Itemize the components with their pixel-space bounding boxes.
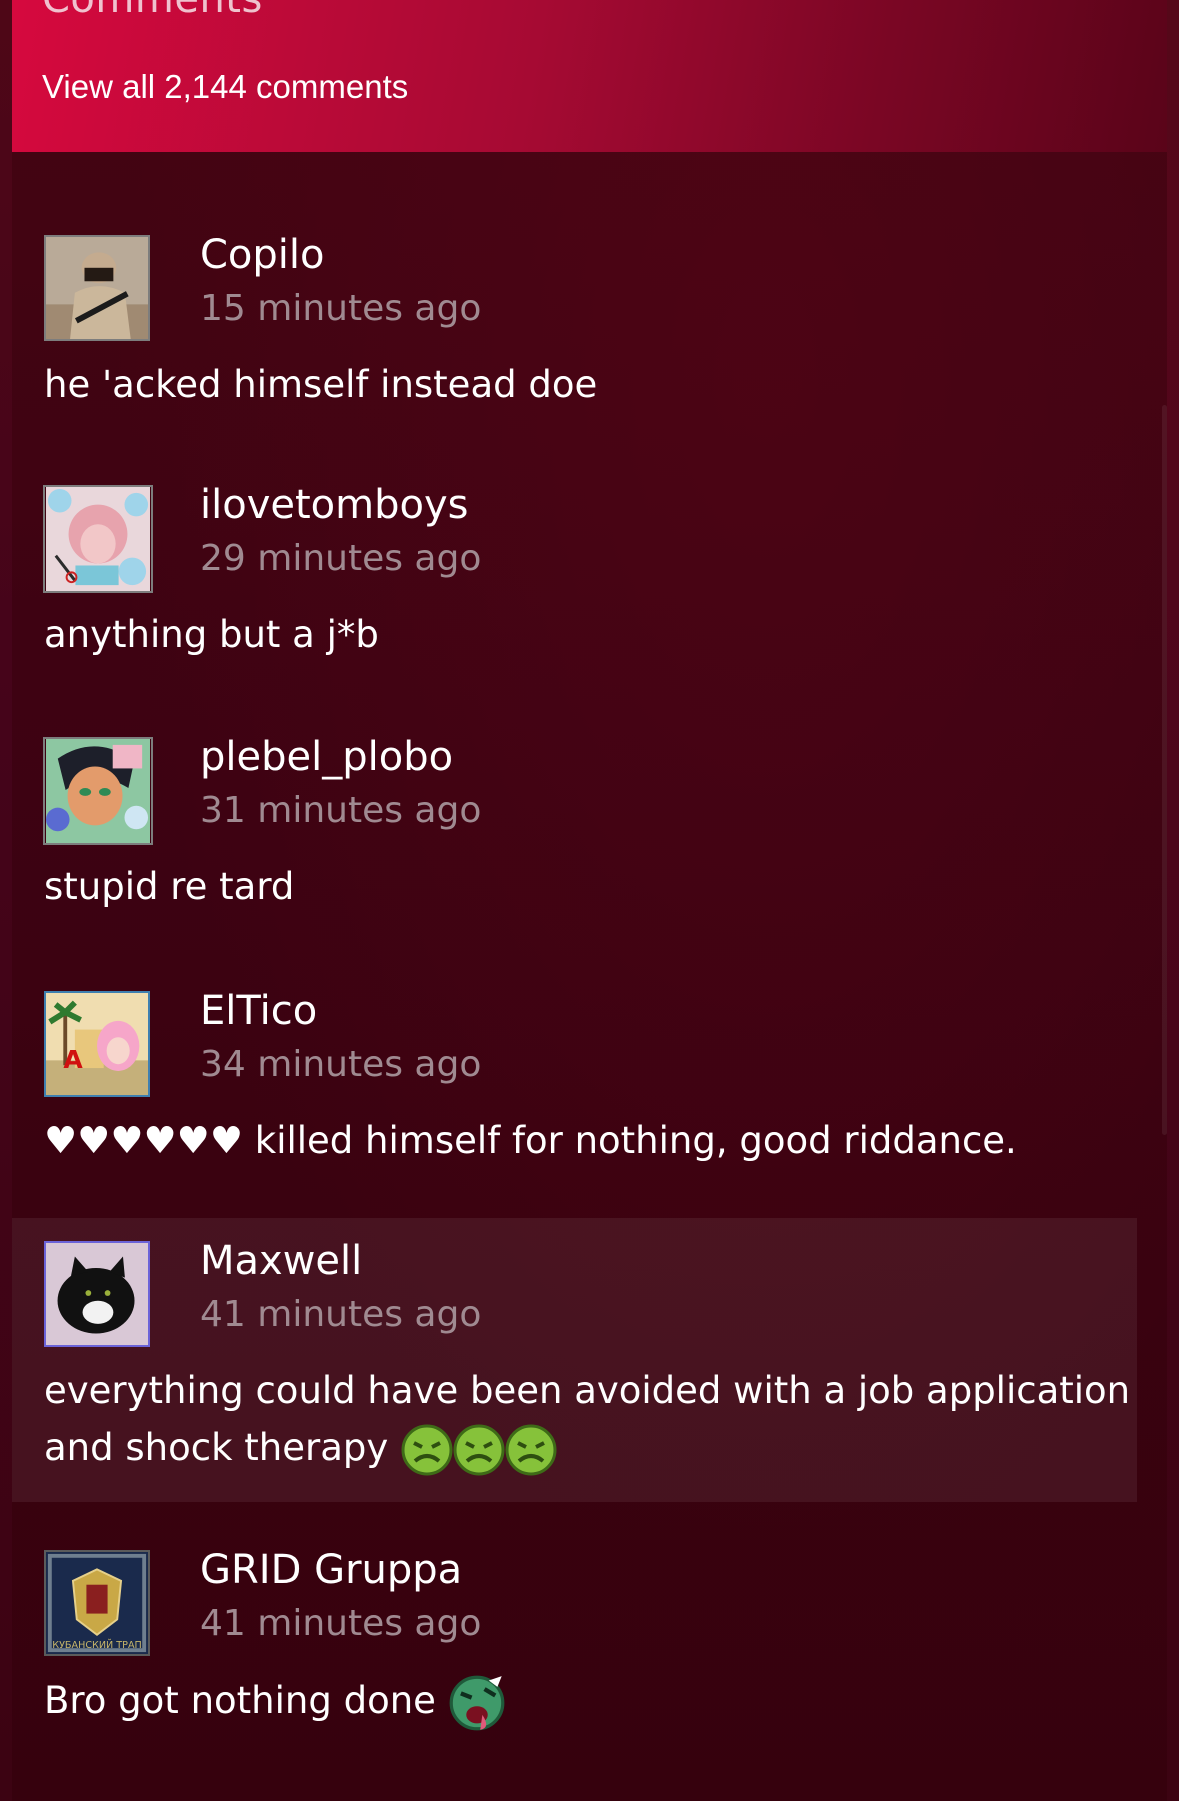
comment-item: КУБАНСКИЙ ТРАП GRID Gruppa 41 minutes ag…: [12, 1520, 1137, 1780]
comment-author[interactable]: plebel_plobo: [200, 734, 453, 780]
comment-text: stupid re tard: [44, 865, 295, 908]
comment-author[interactable]: GRID Gruppa: [200, 1547, 462, 1593]
comment-text: everything could have been avoided with …: [44, 1362, 1134, 1477]
comment-timestamp: 29 minutes ago: [200, 538, 482, 579]
comments-title: Comments: [42, 0, 263, 22]
soldier-avatar-icon[interactable]: [44, 235, 150, 341]
comment-timestamp: 41 minutes ago: [200, 1294, 482, 1335]
comment-timestamp: 41 minutes ago: [200, 1603, 482, 1644]
comment-timestamp: 34 minutes ago: [200, 1044, 482, 1085]
comment-text-span: and shock therapy: [44, 1426, 389, 1469]
scrollbar[interactable]: [1162, 405, 1167, 1135]
comment-author[interactable]: Maxwell: [200, 1238, 362, 1284]
comment-text: anything but a j*b: [44, 613, 379, 656]
comment-timestamp: 15 minutes ago: [200, 288, 482, 329]
comment-item: A ElTico 34 minutes ago ♥♥♥♥♥♥ killed hi…: [12, 956, 1137, 1196]
vomit-face-emote-icon: [449, 1675, 505, 1730]
comment-text-span: Bro got nothing done: [44, 1679, 436, 1722]
comment-text-line: and shock therapy: [44, 1419, 1134, 1477]
comment-text: Bro got nothing done: [44, 1672, 1134, 1732]
comment-timestamp: 31 minutes ago: [200, 790, 482, 831]
comment-item: plebel_plobo 31 minutes ago stupid re ta…: [12, 704, 1137, 944]
view-all-comments-link[interactable]: View all 2,144 comments: [42, 68, 408, 106]
palm-tree-avatar-icon[interactable]: A: [44, 991, 150, 1097]
anime-girl-avatar-icon[interactable]: [43, 485, 153, 593]
sick-face-emote-icon: [453, 1424, 505, 1475]
svg-text:A: A: [63, 1045, 83, 1074]
comment-author[interactable]: ElTico: [200, 988, 317, 1034]
sick-face-emote-icon: [505, 1424, 557, 1475]
avatar-caption: КУБАНСКИЙ ТРАП: [52, 1638, 142, 1651]
comment-item-highlighted: Maxwell 41 minutes ago everything could …: [12, 1218, 1137, 1502]
comment-author[interactable]: Copilo: [200, 232, 325, 278]
comments-header: Comments View all 2,144 comments: [12, 0, 1167, 152]
comment-text: ♥♥♥♥♥♥ killed himself for nothing, good …: [44, 1119, 1017, 1162]
comment-item: ilovetomboys 29 minutes ago anything but…: [12, 452, 1137, 692]
anime-boy-avatar-icon[interactable]: [43, 737, 153, 845]
crest-avatar-icon[interactable]: КУБАНСКИЙ ТРАП: [44, 1550, 150, 1656]
black-cat-avatar-icon[interactable]: [44, 1241, 150, 1347]
comment-text-line: everything could have been avoided with …: [44, 1369, 1131, 1412]
comment-author[interactable]: ilovetomboys: [200, 482, 468, 528]
comment-text: he 'acked himself instead doe: [44, 363, 598, 406]
comment-item: Copilo 15 minutes ago he 'acked himself …: [12, 200, 1137, 440]
sick-face-emote-icon: [401, 1424, 453, 1475]
